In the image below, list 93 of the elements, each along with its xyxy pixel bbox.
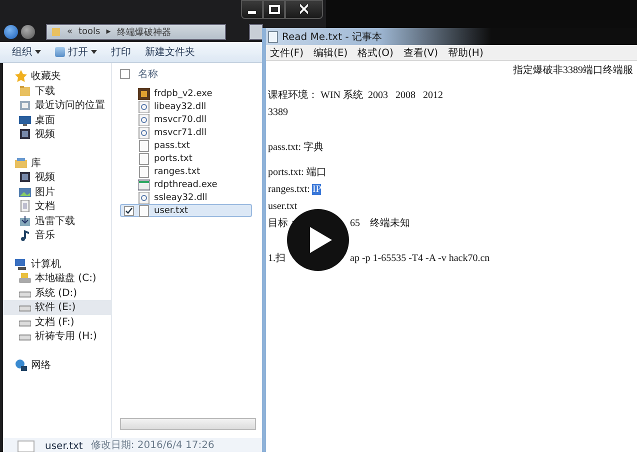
text-line: ports.txt: 端口 xyxy=(268,166,328,180)
minimize-button[interactable] xyxy=(241,0,263,19)
nav-item[interactable]: 收藏夹 xyxy=(3,69,111,84)
file-row[interactable]: pass.txt xyxy=(120,139,252,152)
breadcrumb-label[interactable]: 终端爆破神器 xyxy=(116,26,171,38)
forward-button[interactable] xyxy=(21,25,35,39)
file-row[interactable]: ports.txt xyxy=(120,152,252,165)
nav-item[interactable]: 文档 xyxy=(3,199,111,214)
text-line: 1.扫 xyxy=(268,252,286,266)
menu-item[interactable]: 格式(O) xyxy=(358,46,394,60)
window-title: Read Me.txt - 记事本 xyxy=(282,30,382,44)
file-row[interactable]: msvcr70.dll xyxy=(120,113,252,126)
document-icon xyxy=(19,200,31,212)
file-row[interactable]: user.txt xyxy=(120,204,252,217)
checkbox[interactable] xyxy=(124,206,134,216)
nav-item[interactable]: 文档 (F:) xyxy=(3,314,111,329)
text-file-icon xyxy=(138,140,150,152)
text-line: 指定爆破非3389端口终端服 xyxy=(512,64,634,78)
notepad-icon xyxy=(268,30,278,42)
status-modified: 修改日期: 2016/6/4 17:26 xyxy=(90,438,214,452)
download-icon xyxy=(19,214,31,227)
globe-icon xyxy=(15,358,27,371)
nav-item[interactable]: 本地磁盘 (C:) xyxy=(3,271,111,286)
nav-item[interactable]: 最近访问的位置 xyxy=(3,98,111,112)
status-filename: user.txt xyxy=(45,441,83,452)
play-icon xyxy=(310,227,332,253)
nav-item[interactable]: 网络 xyxy=(3,358,111,372)
nav-item[interactable]: 库 xyxy=(3,156,111,170)
picture-icon xyxy=(19,186,31,198)
breadcrumb-label[interactable]: tools xyxy=(78,27,100,37)
file-row[interactable]: libeay32.dll xyxy=(120,100,252,113)
settings-file-icon xyxy=(138,100,150,112)
toolbar-button[interactable]: 打开 xyxy=(53,44,99,60)
search-field[interactable] xyxy=(249,24,263,40)
menu-item[interactable]: 帮助(H) xyxy=(448,46,484,60)
nav-item[interactable]: 计算机 xyxy=(3,256,111,271)
text-file-icon xyxy=(138,152,150,164)
nav-item[interactable]: 图片 xyxy=(3,184,111,199)
toolbar-button[interactable]: 打印 xyxy=(109,44,133,60)
folder-icon xyxy=(19,99,31,112)
star-icon xyxy=(15,70,27,82)
folder-icon xyxy=(51,27,61,37)
nav-item[interactable]: 祈祷专用 (H:) xyxy=(3,329,111,344)
nav-item[interactable]: 桌面 xyxy=(3,112,111,127)
nav-item[interactable]: 视频 xyxy=(3,127,111,142)
file-row[interactable]: msvcr71.dll xyxy=(120,126,252,139)
menu-item[interactable]: 编辑(E) xyxy=(314,46,348,60)
nav-item[interactable]: 软件 (E:) xyxy=(3,300,111,314)
select-all-checkbox[interactable] xyxy=(120,69,130,79)
window-icon xyxy=(138,178,150,190)
menu-item[interactable]: 查看(V) xyxy=(403,46,438,60)
settings-file-icon xyxy=(138,114,150,126)
file-row[interactable]: frdpb_v2.exe xyxy=(120,87,252,100)
nav-item[interactable]: 视频 xyxy=(3,170,111,184)
text-line: 课程环境： WIN 系统 2003 2008 2012 xyxy=(268,88,444,103)
file-row[interactable]: rdpthread.exe xyxy=(120,178,252,191)
text-line: user.txt xyxy=(268,200,298,214)
toolbar-button[interactable]: 新建文件夹 xyxy=(143,44,197,60)
address-field[interactable]: « tools ▸ 终端爆破神器 xyxy=(46,24,226,40)
folder-icon xyxy=(19,84,31,97)
back-button[interactable] xyxy=(4,25,18,39)
drive-icon xyxy=(19,272,31,284)
text-line: 65 终端未知 xyxy=(350,216,410,231)
text-line: ap -p 1-65535 -T4 -A -v hack70.cn xyxy=(350,252,490,266)
file-row[interactable]: ranges.txt xyxy=(120,165,252,178)
settings-file-icon xyxy=(138,192,150,204)
music-note-icon xyxy=(19,229,31,242)
nav-item[interactable]: 系统 (D:) xyxy=(3,286,111,300)
horizontal-scrollbar[interactable] xyxy=(120,418,256,430)
nav-item[interactable]: 下载 xyxy=(3,84,111,98)
text-file-icon xyxy=(138,166,150,178)
film-icon xyxy=(19,128,31,140)
text-file-icon xyxy=(138,204,150,216)
toolbar-button[interactable]: 组织 xyxy=(10,44,43,60)
monitor-icon xyxy=(19,114,31,126)
breadcrumb-label[interactable]: ▸ xyxy=(106,27,111,37)
app-icon xyxy=(138,88,150,100)
column-header[interactable]: 名称 xyxy=(138,67,158,81)
close-button[interactable] xyxy=(285,0,323,19)
folder-icon xyxy=(15,156,27,169)
settings-file-icon xyxy=(138,126,150,138)
text-file-icon xyxy=(17,440,37,452)
film-icon xyxy=(19,171,31,184)
nav-item[interactable]: 音乐 xyxy=(3,228,111,242)
computer-icon xyxy=(15,258,27,270)
file-row[interactable]: ssleay32.dll xyxy=(120,191,252,204)
menu-item[interactable]: 文件(F) xyxy=(270,46,304,60)
breadcrumb-label[interactable]: « xyxy=(67,27,73,37)
text-line: 3389 xyxy=(268,106,289,120)
maximize-button[interactable] xyxy=(263,0,285,19)
text-line: ranges.txt: IP xyxy=(268,183,322,197)
text-line: pass.txt: 字典 xyxy=(268,140,325,155)
nav-item[interactable]: 迅雷下载 xyxy=(3,214,111,228)
